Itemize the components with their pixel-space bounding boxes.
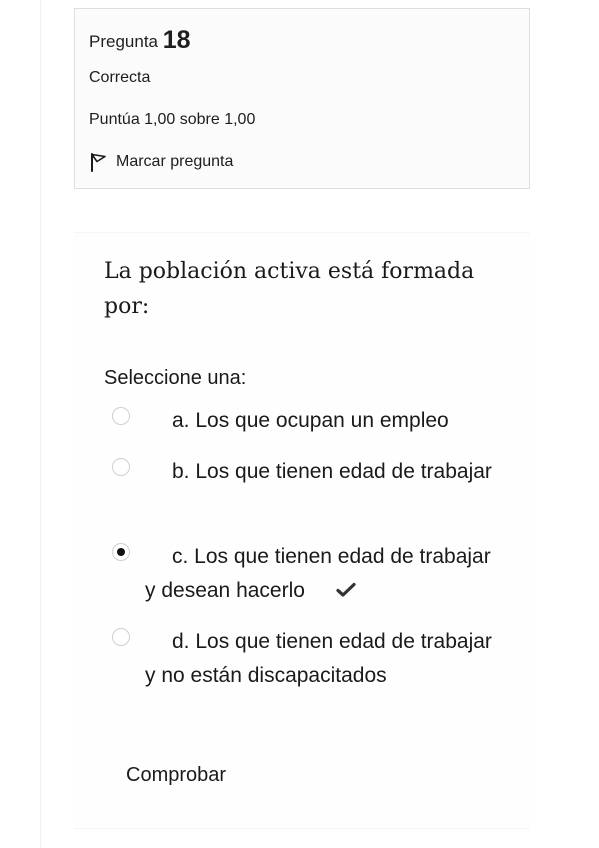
flag-label: Marcar pregunta — [116, 153, 234, 170]
question-grade: Puntúa 1,00 sobre 1,00 — [89, 111, 256, 128]
answer-label-c-wrapper: c. Los que tienen edad de trabajar y des… — [145, 540, 495, 608]
question-text: La población activa está formada por: — [104, 259, 475, 319]
question-number-heading: Pregunta 18 — [89, 26, 191, 55]
radio-button-a[interactable] — [112, 407, 130, 425]
answer-prompt: Seleccione una: — [104, 367, 247, 389]
answer-label-a: a. Los que ocupan un empleo — [172, 409, 449, 432]
answer-label-c: c. Los que tienen edad de trabajar y des… — [145, 545, 491, 602]
answer-option-a[interactable]: a. Los que ocupan un empleo — [112, 404, 495, 438]
page-rail — [40, 0, 41, 848]
answer-option-c[interactable]: c. Los que tienen edad de trabajar y des… — [112, 540, 495, 608]
radio-button-d[interactable] — [112, 628, 130, 646]
question-state: Correcta — [89, 69, 151, 86]
radio-button-b[interactable] — [112, 458, 130, 476]
check-button[interactable]: Comprobar — [126, 764, 226, 787]
radio-button-c[interactable] — [112, 543, 130, 561]
question-label: Pregunta — [89, 32, 158, 51]
checkmark-icon — [309, 575, 356, 597]
answer-option-b[interactable]: b. Los que tienen edad de trabajar — [112, 455, 495, 489]
question-number: 18 — [162, 26, 191, 54]
flag-icon — [89, 152, 107, 172]
answer-label-d: d. Los que tienen edad de trabajar y no … — [145, 630, 492, 687]
answer-option-d[interactable]: d. Los que tienen edad de trabajar y no … — [112, 625, 495, 693]
question-info-panel: Pregunta 18 Correcta Puntúa 1,00 sobre 1… — [74, 8, 530, 189]
answer-label-b: b. Los que tienen edad de trabajar — [172, 460, 492, 483]
flag-question-link[interactable]: Marcar pregunta — [89, 152, 233, 172]
